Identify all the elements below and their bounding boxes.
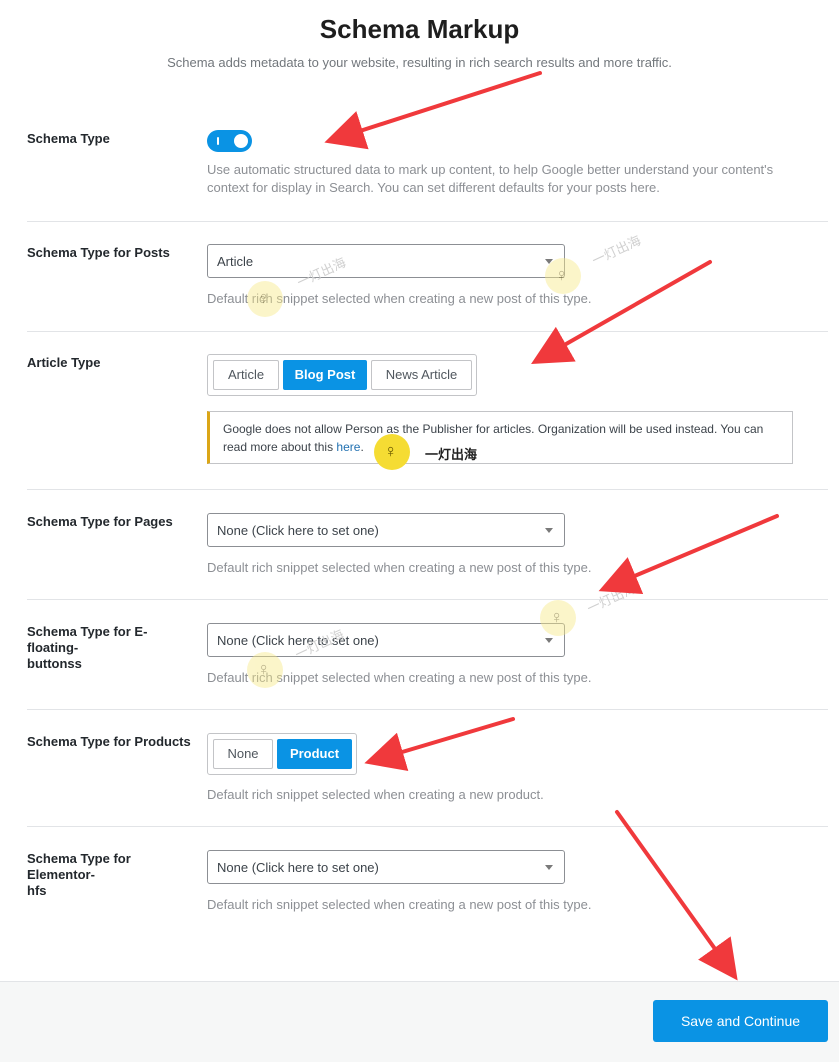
notice-line-1: Google does not allow Person as the Publ… (223, 422, 764, 436)
floating-label-line-2: buttonss (27, 656, 82, 671)
page-title: Schema Markup (319, 14, 520, 44)
toggle-knob (234, 134, 248, 148)
watermark-text: 一灯出海 (425, 447, 478, 462)
pages-schema-value: None (Click here to set one) (217, 523, 379, 538)
article-type-group: Article Blog Post News Article (207, 354, 477, 396)
toggle-on-indicator (217, 137, 219, 145)
watermark-bulb-icon: ♀ (540, 600, 576, 636)
divider (27, 489, 828, 490)
article-type-option-blog-post[interactable]: Blog Post (283, 360, 367, 390)
products-schema-description: Default rich snippet selected when creat… (207, 787, 544, 802)
article-type-label: Article Type (27, 355, 101, 370)
elementor-schema-description: Default rich snippet selected when creat… (207, 897, 592, 912)
products-schema-label: Schema Type for Products (27, 734, 191, 749)
floating-label-line-1: Schema Type for E-floating- (27, 624, 148, 655)
pages-schema-description: Default rich snippet selected when creat… (207, 560, 592, 575)
notice-here-link[interactable]: here (336, 440, 360, 454)
watermark-text: 一灯出海 (584, 580, 639, 617)
arrow-to-products (364, 717, 515, 772)
elementor-schema-label: Schema Type for Elementor- hfs (27, 851, 197, 899)
arrow-to-toggle (324, 71, 542, 150)
floating-schema-label: Schema Type for E-floating- buttonss (27, 624, 197, 672)
divider (27, 221, 828, 222)
posts-schema-label: Schema Type for Posts (27, 245, 170, 260)
notice-line-2: read more about this (223, 440, 337, 454)
divider (27, 709, 828, 710)
page-subtitle: Schema adds metadata to your website, re… (167, 55, 672, 70)
publisher-notice: Google does not allow Person as the Publ… (207, 411, 793, 464)
schema-type-description-2: context for display in Search. You can s… (207, 180, 660, 195)
watermark-text: 一灯出海 (589, 232, 644, 269)
watermark-bulb-icon: ♀ (247, 281, 283, 317)
save-and-continue-button[interactable]: Save and Continue (653, 1000, 828, 1042)
schema-type-toggle[interactable] (207, 130, 252, 152)
pages-schema-label: Schema Type for Pages (27, 514, 173, 529)
elementor-label-line-2: hfs (27, 883, 47, 898)
arrow-to-pages (598, 514, 779, 595)
article-type-option-news-article[interactable]: News Article (371, 360, 472, 390)
chevron-down-icon (545, 638, 553, 643)
watermark-bulb-icon: ♀ (374, 434, 410, 470)
chevron-down-icon (545, 528, 553, 533)
article-type-option-article[interactable]: Article (213, 360, 279, 390)
schema-type-description-1: Use automatic structured data to mark up… (207, 162, 774, 177)
watermark-bulb-icon: ♀ (247, 652, 283, 688)
elementor-label-line-1: Schema Type for Elementor- (27, 851, 131, 882)
notice-suffix: . (360, 440, 364, 454)
arrow-to-save (615, 810, 738, 981)
divider (27, 331, 828, 332)
publisher-notice-text: Google does not allow Person as the Publ… (223, 420, 783, 456)
schema-type-label: Schema Type (27, 131, 110, 146)
watermark-bulb-icon: ♀ (545, 258, 581, 294)
divider (27, 826, 828, 827)
chevron-down-icon (545, 865, 553, 870)
elementor-schema-value: None (Click here to set one) (217, 860, 379, 875)
products-option-product[interactable]: Product (277, 739, 352, 769)
posts-schema-value: Article (217, 254, 254, 269)
pages-schema-select[interactable]: None (Click here to set one) (207, 513, 565, 547)
products-option-none[interactable]: None (213, 739, 273, 769)
divider (27, 599, 828, 600)
elementor-schema-select[interactable]: None (Click here to set one) (207, 850, 565, 884)
posts-schema-select[interactable]: Article (207, 244, 565, 278)
products-schema-group: None Product (207, 733, 357, 775)
